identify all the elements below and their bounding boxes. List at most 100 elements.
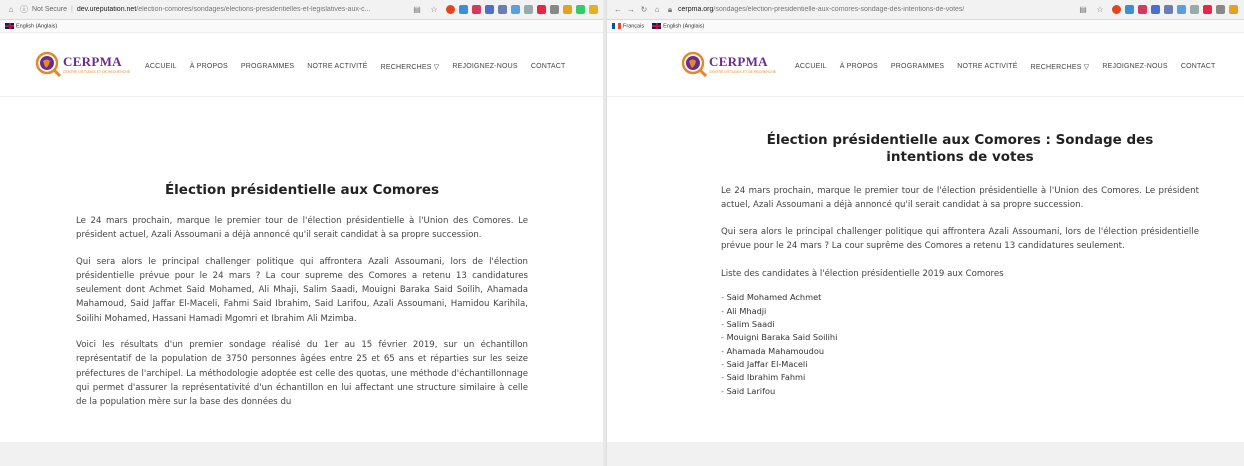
paragraph-intro: Le 24 mars prochain, marque le premier t…: [76, 216, 528, 241]
language-bar: English (Anglais): [0, 20, 604, 33]
address-bar[interactable]: ⌂ ⓘ Not Secure | dev.ureputation.net/ele…: [0, 0, 604, 20]
menu-contact[interactable]: CONTACT: [531, 63, 566, 71]
site-header: CERPMA CENTRE D'ÉTUDES ET DE RECHERCHE AC…: [607, 33, 1244, 97]
ext-icon-12[interactable]: [589, 5, 598, 14]
site-header: CERPMA CENTRE D'ÉTUDES ET DE RECHERCHE AC…: [0, 33, 604, 97]
ext-icon-2[interactable]: [1125, 5, 1134, 14]
logo-text: CERPMA CENTRE D'ÉTUDES ET DE RECHERCHE: [63, 54, 130, 74]
logo-subtitle: CENTRE D'ÉTUDES ET DE RECHERCHE: [709, 70, 777, 74]
menu-rejoignez-nous[interactable]: REJOIGNEZ-NOUS: [1102, 63, 1167, 71]
ext-icon-11[interactable]: [576, 5, 585, 14]
lang-en-link[interactable]: English (Anglais): [5, 22, 58, 30]
ext-icon-5[interactable]: [498, 5, 507, 14]
candidates-list-title: Liste des candidates à l'élection présid…: [721, 269, 1004, 280]
list-item: Said Jaffar El-Maceli: [721, 358, 1199, 371]
menu-rejoignez-nous[interactable]: REJOIGNEZ-NOUS: [452, 63, 517, 71]
main-menu: ACCUEIL À PROPOS PROGRAMMES NOTRE ACTIVI…: [795, 63, 1216, 71]
article-body: Élection présidentielle aux Comores Le 2…: [76, 182, 528, 410]
ext-icon-4[interactable]: [485, 5, 494, 14]
site-logo[interactable]: CERPMA CENTRE D'ÉTUDES ET DE RECHERCHE: [681, 51, 776, 77]
reader-icon[interactable]: ▤: [1078, 5, 1088, 14]
back-icon[interactable]: ←: [613, 5, 623, 14]
paragraph-intro: Le 24 mars prochain, marque le premier t…: [721, 186, 1199, 211]
url-host: dev.ureputation.net: [76, 6, 137, 13]
address-bar[interactable]: ← → ↻ ⌂ 🔒︎ cerpma.org/sondages/election-…: [607, 0, 1244, 20]
url-path: /sondages/election-presidentielle-aux-co…: [713, 6, 965, 13]
article-body: Élection présidentielle aux Comores : So…: [721, 132, 1199, 398]
magnifier-logo-icon: [681, 51, 707, 77]
logo-text: CERPMA CENTRE D'ÉTUDES ET DE RECHERCHE: [709, 54, 776, 74]
ext-icon-3[interactable]: [1138, 5, 1147, 14]
lang-en-link[interactable]: English (Anglais): [652, 22, 704, 29]
reader-icon[interactable]: ▤: [412, 5, 422, 14]
list-item: Ali Mhadji: [721, 305, 1199, 318]
extension-bar: ▤ ☆: [1078, 5, 1238, 14]
url-host: cerpma.org: [678, 6, 714, 13]
menu-notre-activite[interactable]: NOTRE ACTIVITÉ: [957, 63, 1017, 71]
menu-a-propos[interactable]: À PROPOS: [190, 63, 228, 71]
ext-icon-10[interactable]: [1229, 5, 1238, 14]
site-logo[interactable]: CERPMA CENTRE D'ÉTUDES ET DE RECHERCHE: [35, 51, 130, 77]
list-item: Ahamada Mahamoudou: [721, 345, 1199, 358]
list-item: Said Larifou: [721, 385, 1199, 398]
forward-icon[interactable]: →: [626, 5, 636, 14]
extension-bar: ▤ ☆: [412, 5, 598, 14]
home-icon[interactable]: ⌂: [6, 5, 16, 14]
reload-icon[interactable]: ↻: [639, 5, 649, 14]
ext-icon-7[interactable]: [1190, 5, 1199, 14]
paragraph-challenger: Qui sera alors le principal challenger p…: [721, 226, 1199, 251]
list-item: Salim Saadi: [721, 318, 1199, 331]
ext-icon-4[interactable]: [1151, 5, 1160, 14]
ext-icon-2[interactable]: [459, 5, 468, 14]
logo-name: CERPMA: [63, 54, 122, 69]
main-menu: ACCUEIL À PROPOS PROGRAMMES NOTRE ACTIVI…: [145, 63, 566, 71]
ext-icon-6[interactable]: [1177, 5, 1186, 14]
ext-icon-10[interactable]: [563, 5, 572, 14]
uk-flag-icon: [5, 22, 14, 29]
ext-icon-7[interactable]: [524, 5, 533, 14]
ext-icon-8[interactable]: [1203, 5, 1212, 14]
home-icon[interactable]: ⌂: [652, 5, 662, 14]
page-title: Élection présidentielle aux Comores : So…: [766, 132, 1154, 165]
url-text[interactable]: dev.ureputation.net/election-comores/son…: [77, 6, 371, 13]
url-text[interactable]: cerpma.org/sondages/election-presidentie…: [678, 6, 964, 13]
logo-name: CERPMA: [709, 54, 768, 69]
menu-programmes[interactable]: PROGRAMMES: [891, 63, 944, 71]
footer-band: [607, 442, 1244, 466]
uk-flag-icon: [652, 22, 662, 29]
menu-programmes[interactable]: PROGRAMMES: [241, 63, 294, 71]
paragraph-survey: Voici les résultats d'un premier sondage…: [76, 340, 528, 408]
ext-icon-8[interactable]: [537, 5, 546, 14]
lang-en-label: English (Anglais): [16, 23, 58, 30]
ext-icon-6[interactable]: [511, 5, 520, 14]
not-secure-label: Not Secure: [32, 6, 68, 13]
right-browser-window: ← → ↻ ⌂ 🔒︎ cerpma.org/sondages/election-…: [606, 0, 1244, 466]
menu-accueil[interactable]: ACCUEIL: [795, 63, 827, 71]
paragraph-candidates: Qui sera alors le principal challenger p…: [76, 256, 528, 324]
ext-icon-9[interactable]: [1216, 5, 1225, 14]
language-bar: Français English (Anglais): [607, 20, 1244, 33]
ext-icon-1[interactable]: [446, 5, 455, 14]
info-icon[interactable]: ⓘ: [19, 4, 29, 15]
menu-contact[interactable]: CONTACT: [1181, 63, 1216, 71]
menu-a-propos[interactable]: À PROPOS: [840, 63, 878, 71]
ext-icon-1[interactable]: [1112, 5, 1121, 14]
list-item: Said Mohamed Achmet: [721, 291, 1199, 304]
candidates-list: Said Mohamed Achmet Ali Mhadji Salim Saa…: [721, 291, 1199, 397]
star-icon[interactable]: ☆: [1095, 5, 1105, 14]
menu-recherches[interactable]: RECHERCHES ▽: [381, 63, 440, 71]
ext-icon-3[interactable]: [472, 5, 481, 14]
page-title: Élection présidentielle aux Comores: [164, 182, 440, 198]
magnifier-logo-icon: [35, 51, 61, 77]
ext-icon-5[interactable]: [1164, 5, 1173, 14]
fr-flag-icon: [612, 22, 621, 29]
star-icon[interactable]: ☆: [429, 5, 439, 14]
lang-fr-link[interactable]: Français: [612, 22, 644, 29]
menu-notre-activite[interactable]: NOTRE ACTIVITÉ: [307, 63, 367, 71]
ext-icon-9[interactable]: [550, 5, 559, 14]
menu-accueil[interactable]: ACCUEIL: [145, 63, 177, 71]
url-path: /election-comores/sondages/elections-pre…: [136, 6, 371, 13]
menu-recherches[interactable]: RECHERCHES ▽: [1031, 63, 1090, 71]
footer-band: [0, 442, 604, 466]
list-item: Mouigni Baraka Said Soilihi: [721, 331, 1199, 344]
